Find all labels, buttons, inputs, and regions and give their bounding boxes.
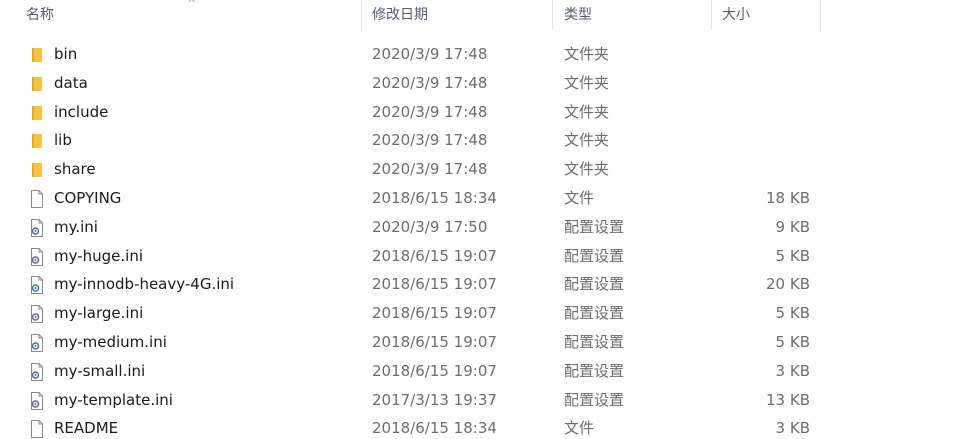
settings-file-icon	[31, 333, 43, 352]
file-name: include	[54, 102, 109, 121]
folder-icon	[32, 105, 42, 120]
file-type: 配置设置	[564, 361, 625, 380]
file-date: 2020/3/9 17:50	[372, 217, 488, 236]
file-date: 2018/6/15 19:07	[372, 275, 497, 294]
column-header-date[interactable]: 修改日期	[372, 0, 428, 30]
file-row[interactable]: my-innodb-heavy-4G.ini 2018/6/15 19:07 配…	[0, 270, 961, 299]
file-type: 配置设置	[564, 304, 625, 323]
column-header-size[interactable]: 大小	[722, 0, 750, 30]
file-name: my-large.ini	[54, 304, 144, 323]
file-row[interactable]: lib 2020/3/9 17:48 文件夹	[0, 126, 961, 155]
file-row[interactable]: my.ini 2020/3/9 17:50 配置设置 9 KB	[0, 213, 961, 242]
folder-icon	[32, 134, 42, 149]
file-row[interactable]: share 2020/3/9 17:48 文件夹	[0, 155, 961, 184]
file-size: 20 KB	[766, 275, 810, 294]
folder-icon	[32, 163, 42, 178]
settings-file-icon	[31, 247, 43, 266]
column-header-bar: 名称 ^ 修改日期 类型 大小	[0, 0, 961, 30]
file-size: 9 KB	[775, 217, 810, 236]
column-divider[interactable]	[820, 0, 821, 30]
file-date: 2020/3/9 17:48	[372, 160, 488, 179]
file-date: 2018/6/15 19:07	[372, 246, 497, 265]
file-name: my-medium.ini	[54, 332, 167, 351]
file-name: bin	[54, 45, 78, 63]
settings-file-icon	[31, 276, 43, 295]
file-type: 配置设置	[564, 332, 625, 351]
file-type: 文件夹	[564, 102, 610, 121]
file-name: lib	[54, 131, 72, 150]
file-date: 2020/3/9 17:48	[372, 102, 488, 121]
folder-icon	[32, 48, 42, 62]
file-name: my-small.ini	[54, 361, 146, 380]
file-name: share	[54, 160, 96, 179]
file-name: COPYING	[54, 188, 122, 207]
settings-file-icon	[31, 362, 43, 381]
file-row[interactable]: my-huge.ini 2018/6/15 19:07 配置设置 5 KB	[0, 242, 961, 271]
column-header-name[interactable]: 名称	[26, 0, 54, 30]
file-date: 2018/6/15 18:34	[372, 419, 497, 438]
file-size: 3 KB	[775, 419, 810, 438]
sort-caret-icon: ^	[187, 0, 197, 10]
settings-file-icon	[31, 305, 43, 324]
file-type: 文件夹	[564, 45, 610, 63]
file-date: 2018/6/15 19:07	[372, 332, 497, 351]
folder-icon	[32, 76, 42, 91]
file-name: README	[54, 419, 119, 438]
file-date: 2018/6/15 19:07	[372, 304, 497, 323]
file-size: 13 KB	[766, 390, 810, 409]
file-type: 文件	[564, 188, 595, 207]
file-row[interactable]: data 2020/3/9 17:48 文件夹	[0, 69, 961, 98]
file-icon	[31, 420, 43, 439]
file-size: 5 KB	[775, 304, 810, 323]
file-row[interactable]: my-large.ini 2018/6/15 19:07 配置设置 5 KB	[0, 299, 961, 328]
file-size: 3 KB	[775, 361, 810, 380]
file-date: 2020/3/9 17:48	[372, 73, 488, 92]
file-size: 5 KB	[775, 332, 810, 351]
file-row[interactable]: my-small.ini 2018/6/15 19:07 配置设置 3 KB	[0, 357, 961, 386]
file-row[interactable]: README 2018/6/15 18:34 文件 3 KB	[0, 414, 961, 439]
file-list: bin 2020/3/9 17:48 文件夹 data 2020/3/9 17:…	[0, 40, 961, 439]
file-type: 文件	[564, 419, 595, 438]
file-size: 18 KB	[766, 188, 810, 207]
file-row[interactable]: my-template.ini 2017/3/13 19:37 配置设置 13 …	[0, 386, 961, 415]
file-date: 2017/3/13 19:37	[372, 390, 497, 409]
file-type: 配置设置	[564, 275, 625, 294]
file-row[interactable]: my-medium.ini 2018/6/15 19:07 配置设置 5 KB	[0, 328, 961, 357]
file-name: my-huge.ini	[54, 246, 144, 265]
file-row[interactable]: bin 2020/3/9 17:48 文件夹	[0, 40, 961, 69]
file-type: 文件夹	[564, 160, 610, 179]
file-name: data	[54, 73, 88, 92]
file-type: 文件夹	[564, 131, 610, 150]
settings-file-icon	[31, 391, 43, 410]
file-type: 配置设置	[564, 246, 625, 265]
file-date: 2018/6/15 18:34	[372, 188, 497, 207]
file-type: 文件夹	[564, 73, 610, 92]
file-size: 5 KB	[775, 246, 810, 265]
file-row[interactable]: COPYING 2018/6/15 18:34 文件 18 KB	[0, 184, 961, 213]
file-type: 配置设置	[564, 390, 625, 409]
column-divider[interactable]	[552, 0, 553, 30]
file-name: my-innodb-heavy-4G.ini	[54, 275, 235, 294]
file-date: 2018/6/15 19:07	[372, 361, 497, 380]
file-date: 2020/3/9 17:48	[372, 45, 488, 63]
file-name: my-template.ini	[54, 390, 173, 409]
column-header-type[interactable]: 类型	[564, 0, 592, 30]
file-row[interactable]: include 2020/3/9 17:48 文件夹	[0, 98, 961, 127]
settings-file-icon	[31, 218, 43, 237]
file-name: my.ini	[54, 217, 98, 236]
file-type: 配置设置	[564, 217, 625, 236]
column-divider[interactable]	[711, 0, 712, 30]
file-icon	[31, 189, 43, 208]
file-date: 2020/3/9 17:48	[372, 131, 488, 150]
column-divider[interactable]	[361, 0, 362, 30]
